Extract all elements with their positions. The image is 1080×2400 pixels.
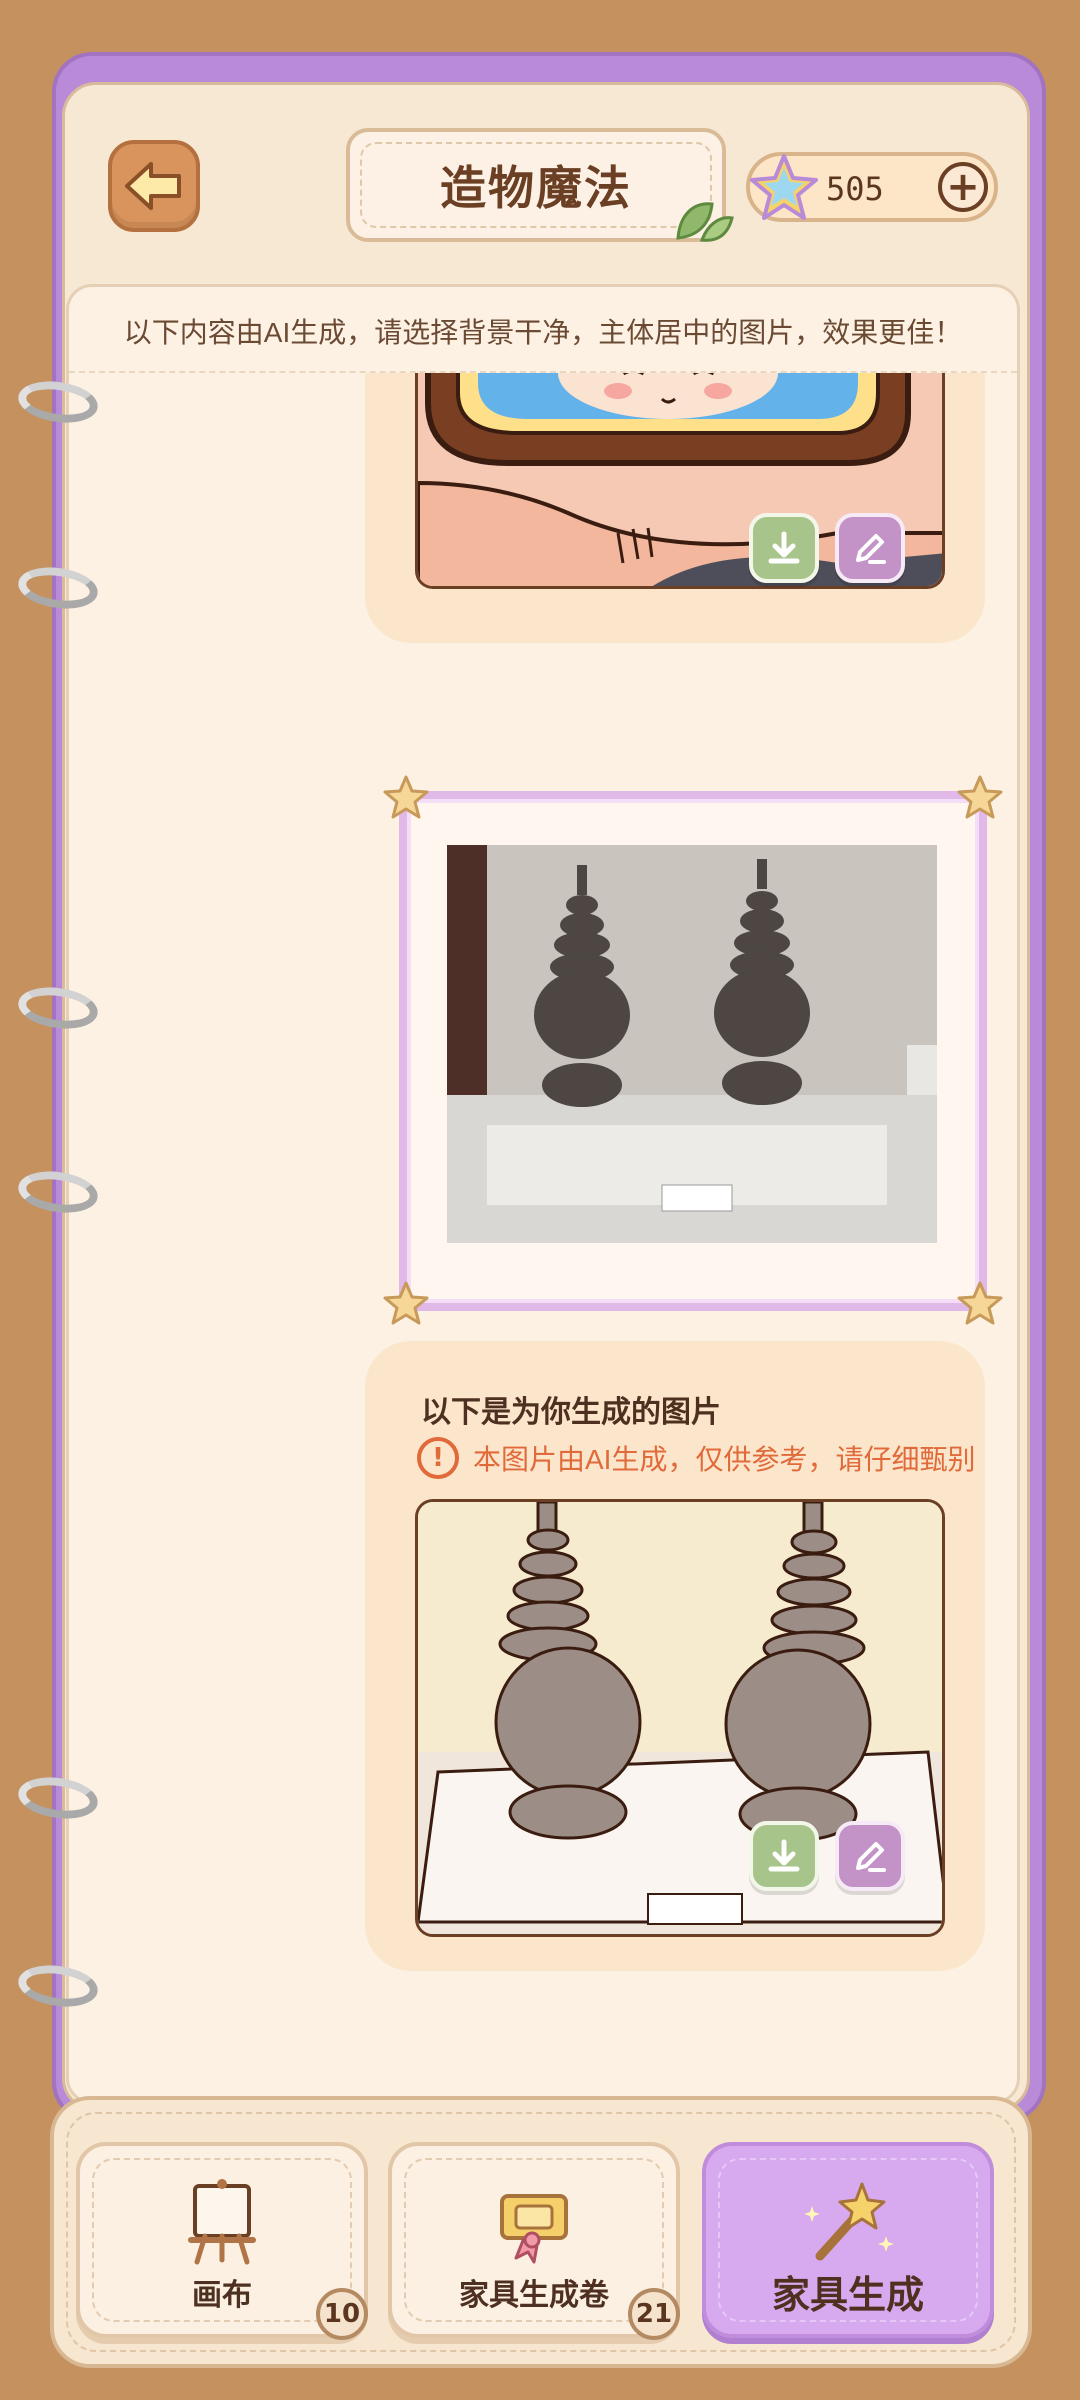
download-icon: [768, 1839, 800, 1872]
back-arrow-icon: [125, 162, 181, 210]
tab-label: 家具生成: [771, 2275, 924, 2317]
binder-ring: [15, 1166, 101, 1218]
bottom-tab-bar: 画布 10 家具生成卷 21 家具生成: [50, 2096, 1032, 2368]
ai-reply-bubble: 以下是为你生成的图片 ! 本图片由AI生成，仅供参考，请仔细甄别: [365, 1341, 985, 1971]
edit-button[interactable]: [835, 1821, 905, 1891]
star-gem-icon: [750, 154, 818, 220]
chat-scroll-area[interactable]: 以下是为你生成的图片 ! 本图片由AI生成，仅供参考，请仔细甄别: [69, 371, 1017, 2101]
plus-icon: +: [946, 164, 980, 210]
ai-warning: ! 本图片由AI生成，仅供参考，请仔细甄别: [417, 1437, 975, 1479]
pencil-icon: [856, 534, 886, 564]
download-icon: [768, 531, 800, 564]
tab-furniture-generate[interactable]: 家具生成: [702, 2142, 994, 2338]
star-corner-icon: [957, 1281, 1003, 1325]
tab-furniture-ticket[interactable]: 家具生成卷 21: [388, 2142, 680, 2340]
user-uploaded-photo-frame: [383, 775, 1003, 1325]
user-uploaded-photo[interactable]: [447, 845, 937, 1243]
add-currency-button[interactable]: +: [938, 162, 988, 212]
reply-title: 以下是为你生成的图片: [421, 1396, 721, 1429]
star-corner-icon: [957, 775, 1003, 819]
tab-canvas[interactable]: 画布 10: [76, 2142, 368, 2340]
tab-count-badge: 21: [628, 2288, 680, 2340]
tab-count-badge: 10: [316, 2288, 368, 2340]
chat-panel: 以下内容由AI生成，请选择背景干净，主体居中的图片，效果更佳！ 以下是为你生成的…: [66, 284, 1020, 2104]
currency-value: 505: [826, 170, 884, 208]
download-button[interactable]: [749, 1821, 819, 1891]
stupa-photo: [447, 845, 937, 1243]
binder-ring: [15, 982, 101, 1034]
leaf-icon: [676, 202, 734, 242]
title-plate: 造物魔法: [346, 128, 734, 242]
back-button[interactable]: [108, 140, 200, 232]
magic-wand-icon: [804, 2182, 894, 2261]
scroll-ticket-icon: [500, 2194, 568, 2264]
ai-notice: 以下内容由AI生成，请选择背景干净，主体居中的图片，效果更佳！: [123, 317, 963, 348]
binder-ring: [15, 376, 101, 428]
binder-ring: [15, 1960, 101, 2012]
binder-ring: [15, 1772, 101, 1824]
warning-icon: !: [417, 1437, 459, 1479]
download-button[interactable]: [749, 513, 819, 583]
previous-result-bubble: [365, 373, 985, 643]
warning-text: 本图片由AI生成，仅供参考，请仔细甄别: [473, 1444, 976, 1475]
star-corner-icon: [383, 1281, 429, 1325]
easel-icon: [188, 2179, 256, 2265]
edit-button[interactable]: [835, 513, 905, 583]
page-title: 造物魔法: [440, 162, 632, 214]
currency-display: 505 +: [746, 152, 998, 222]
star-corner-icon: [383, 775, 429, 819]
pencil-icon: [856, 1842, 886, 1872]
binder-rings: [0, 0, 120, 2100]
binder-ring: [15, 562, 101, 614]
